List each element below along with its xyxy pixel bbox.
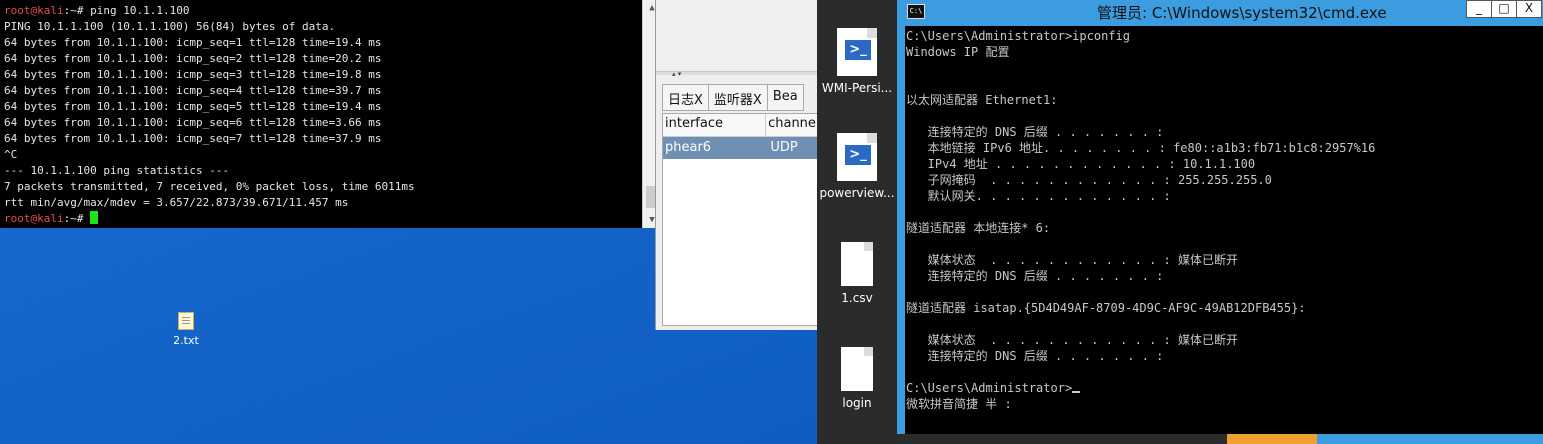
- listener-app-window[interactable]: ▴ ▾ 日志X 监听器X Bea interface channe phear6…: [655, 0, 818, 330]
- console-line: 连接特定的 DNS 后缀 . . . . . . . :: [906, 349, 1164, 363]
- final-prompt-line[interactable]: root@kali:~#: [4, 211, 639, 227]
- tab-listeners[interactable]: 监听器X: [707, 84, 768, 111]
- output-line: 64 bytes from 10.1.1.100: icmp_seq=2 ttl…: [4, 52, 382, 65]
- ime-status: 微软拼音简捷 半 :: [906, 397, 1012, 411]
- desktop-icon-powerview[interactable]: >_ powerview...: [817, 133, 897, 200]
- console-line: 隧道适配器 isatap.{5D4D49AF-8709-4D9C-AF9C-49…: [906, 301, 1306, 315]
- table-header: interface channe: [663, 114, 818, 137]
- desktop-file-2-txt[interactable]: 2.txt: [165, 312, 207, 347]
- minimize-icon[interactable]: _: [1466, 0, 1492, 18]
- console-line: 默认网关. . . . . . . . . . . . . :: [906, 189, 1171, 203]
- terminal-output: root@kali:~# ping 10.1.1.100 PING 10.1.1.…: [4, 3, 639, 227]
- console-line: 连接特定的 DNS 后缀 . . . . . . . :: [906, 125, 1164, 139]
- column-header-channel[interactable]: channe: [766, 114, 818, 136]
- output-line: 64 bytes from 10.1.1.100: icmp_seq=3 ttl…: [4, 68, 382, 81]
- cmd-console[interactable]: C:\Users\Administrator>ipconfig Windows I…: [905, 26, 1543, 434]
- typed-command: ping 10.1.1.100: [83, 4, 190, 17]
- kali-terminal-window[interactable]: root@kali:~# ping 10.1.1.100 PING 10.1.1.…: [0, 0, 661, 228]
- text-file-icon: [178, 312, 194, 330]
- document-icon: [841, 242, 873, 286]
- powershell-script-icon: >_: [837, 133, 877, 181]
- cmd-titlebar[interactable]: C:\ 管理员: C:\Windows\system32\cmd.exe _ □…: [897, 0, 1543, 24]
- split-pane-divider[interactable]: ▴ ▾: [656, 71, 818, 78]
- prompt-path: :~#: [63, 212, 84, 225]
- output-line: rtt min/avg/max/mdev = 3.657/22.873/39.6…: [4, 196, 349, 209]
- maximize-icon[interactable]: □: [1491, 0, 1517, 18]
- cell-channel: UDP: [770, 140, 798, 155]
- output-line: PING 10.1.1.100 (10.1.1.100) 56(84) byte…: [4, 20, 336, 33]
- output-line: 7 packets transmitted, 7 received, 0% pa…: [4, 180, 415, 193]
- column-header-interface[interactable]: interface: [663, 114, 767, 136]
- console-cursor: [1072, 391, 1081, 393]
- console-line: 连接特定的 DNS 后缀 . . . . . . . :: [906, 269, 1164, 283]
- icon-label: login: [842, 396, 872, 410]
- console-line: 媒体状态 . . . . . . . . . . . . : 媒体已断开: [906, 333, 1238, 347]
- cmd-window[interactable]: C:\ 管理员: C:\Windows\system32\cmd.exe _ □…: [897, 0, 1543, 444]
- cmd-app-icon: C:\: [907, 4, 925, 19]
- taskbar-fragment: [897, 434, 1227, 444]
- output-line: --- 10.1.1.100 ping statistics ---: [4, 164, 230, 177]
- prompt-user: root@kali: [4, 212, 64, 225]
- output-line: 64 bytes from 10.1.1.100: icmp_seq=6 ttl…: [4, 116, 382, 129]
- listener-table: interface channe phear6 UDP: [662, 113, 818, 326]
- icon-label: 1.csv: [841, 291, 873, 305]
- table-row[interactable]: phear6 UDP: [663, 137, 818, 159]
- output-line: 64 bytes from 10.1.1.100: icmp_seq=1 ttl…: [4, 36, 382, 49]
- terminal-cursor: [90, 211, 99, 224]
- tab-log[interactable]: 日志X: [662, 84, 709, 111]
- document-icon: [841, 347, 873, 391]
- console-line: 以太网适配器 Ethernet1:: [906, 93, 1058, 107]
- icon-label: powerview...: [819, 186, 895, 200]
- current-prompt-line[interactable]: C:\Users\Administrator>: [906, 380, 1375, 396]
- close-icon[interactable]: X: [1516, 0, 1542, 18]
- desktop-icon-strip: >_ WMI-Persi... >_ powerview... 1.csv lo…: [817, 0, 897, 444]
- cmd-prompt: C:\Users\Administrator>: [906, 381, 1073, 395]
- taskbar-highlight: [1227, 434, 1317, 444]
- prompt-user: root@kali: [4, 4, 64, 17]
- output-line: 64 bytes from 10.1.1.100: icmp_seq=7 ttl…: [4, 132, 382, 145]
- upper-pane: [656, 0, 818, 72]
- tab-bar: 日志X 监听器X Bea: [662, 84, 804, 111]
- file-label: 2.txt: [173, 334, 199, 347]
- console-line: 子网掩码 . . . . . . . . . . . . : 255.255.2…: [906, 173, 1272, 187]
- console-line: C:\Users\Administrator>ipconfig: [906, 29, 1130, 43]
- desktop-icon-wmi-persistence[interactable]: >_ WMI-Persi...: [817, 28, 897, 95]
- console-line: 本地链接 IPv6 地址. . . . . . . . : fe80::a1b3…: [906, 141, 1376, 155]
- console-line: IPv4 地址 . . . . . . . . . . . . : 10.1.1…: [906, 157, 1256, 171]
- prompt-path: :~#: [63, 4, 84, 17]
- desktop-icon-login[interactable]: login: [817, 347, 897, 410]
- console-line: 媒体状态 . . . . . . . . . . . . : 媒体已断开: [906, 253, 1238, 267]
- tab-beacon[interactable]: Bea: [766, 84, 804, 111]
- command-line: root@kali:~# ping 10.1.1.100: [4, 3, 639, 19]
- output-line: 64 bytes from 10.1.1.100: icmp_seq=4 ttl…: [4, 84, 382, 97]
- icon-label: WMI-Persi...: [821, 81, 893, 95]
- console-line: Windows IP 配置: [906, 45, 1010, 59]
- console-line: 隧道适配器 本地连接* 6:: [906, 221, 1051, 235]
- powershell-script-icon: >_: [837, 28, 877, 76]
- output-line: 64 bytes from 10.1.1.100: icmp_seq=5 ttl…: [4, 100, 382, 113]
- window-title: 管理员: C:\Windows\system32\cmd.exe: [1097, 4, 1387, 22]
- console-output: C:\Users\Administrator>ipconfig Windows I…: [906, 28, 1375, 412]
- output-line: ^C: [4, 148, 18, 161]
- desktop-icon-1-csv[interactable]: 1.csv: [817, 242, 897, 305]
- cell-interface: phear6: [665, 140, 712, 155]
